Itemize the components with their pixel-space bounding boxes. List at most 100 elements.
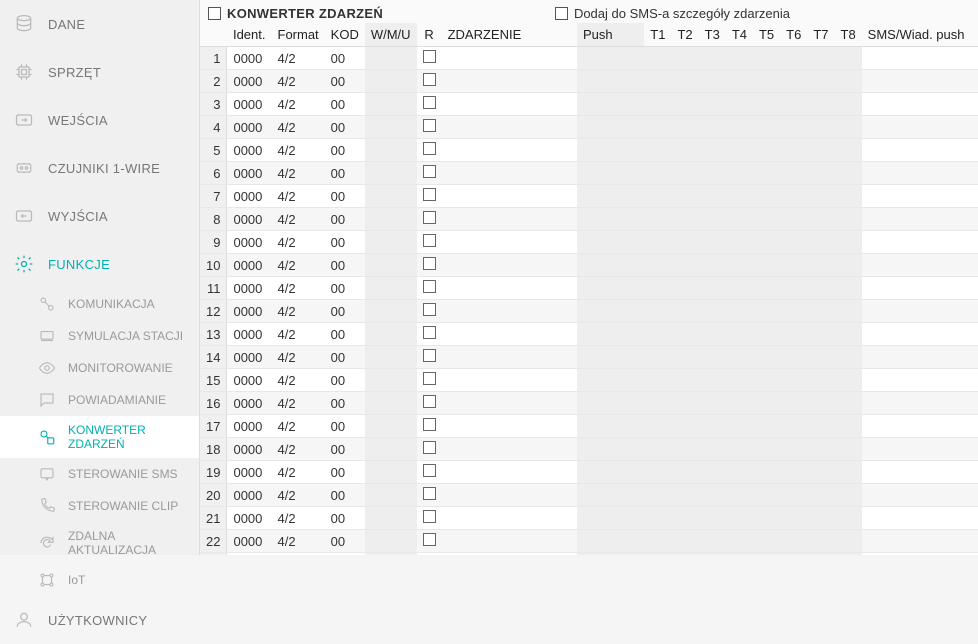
- cell-sms[interactable]: [862, 70, 978, 93]
- cell-sms[interactable]: [862, 346, 978, 369]
- sidebar-sub-iot[interactable]: IoT: [0, 564, 199, 596]
- cell-t5[interactable]: [753, 162, 780, 185]
- cell-format[interactable]: 4/2: [272, 139, 325, 162]
- cell-format[interactable]: 4/2: [272, 438, 325, 461]
- cell-t8[interactable]: [835, 70, 862, 93]
- r-checkbox[interactable]: [423, 326, 436, 339]
- cell-zdarzenie[interactable]: [442, 484, 577, 507]
- cell-t3[interactable]: [699, 530, 726, 553]
- cell-t2[interactable]: [671, 484, 698, 507]
- cell-push[interactable]: [577, 231, 644, 254]
- r-checkbox[interactable]: [423, 280, 436, 293]
- cell-t1[interactable]: [644, 484, 671, 507]
- cell-wmu[interactable]: [365, 392, 417, 415]
- cell-r[interactable]: [417, 507, 442, 530]
- cell-t8[interactable]: [835, 185, 862, 208]
- cell-t4[interactable]: [726, 185, 753, 208]
- cell-t6[interactable]: [780, 162, 807, 185]
- cell-push[interactable]: [577, 70, 644, 93]
- cell-t7[interactable]: [807, 116, 834, 139]
- cell-ident[interactable]: 0000: [227, 254, 272, 277]
- cell-kod[interactable]: 00: [325, 116, 365, 139]
- cell-t5[interactable]: [753, 70, 780, 93]
- cell-r[interactable]: [417, 47, 442, 70]
- cell-ident[interactable]: 0000: [227, 392, 272, 415]
- table-row[interactable]: 300004/200: [200, 93, 978, 116]
- cell-r[interactable]: [417, 116, 442, 139]
- cell-zdarzenie[interactable]: [442, 47, 577, 70]
- table-row[interactable]: 1700004/200: [200, 415, 978, 438]
- cell-push[interactable]: [577, 369, 644, 392]
- cell-zdarzenie[interactable]: [442, 277, 577, 300]
- cell-push[interactable]: [577, 530, 644, 553]
- r-checkbox[interactable]: [423, 533, 436, 546]
- cell-t5[interactable]: [753, 254, 780, 277]
- cell-t1[interactable]: [644, 93, 671, 116]
- cell-push[interactable]: [577, 277, 644, 300]
- sidebar-sub-komunikacja[interactable]: KOMUNIKACJA: [0, 288, 199, 320]
- cell-t6[interactable]: [780, 70, 807, 93]
- cell-r[interactable]: [417, 346, 442, 369]
- col-sms[interactable]: SMS/Wiad. push: [862, 23, 978, 47]
- cell-t4[interactable]: [726, 507, 753, 530]
- cell-t4[interactable]: [726, 415, 753, 438]
- cell-t4[interactable]: [726, 70, 753, 93]
- cell-t1[interactable]: [644, 300, 671, 323]
- r-checkbox[interactable]: [423, 50, 436, 63]
- cell-sms[interactable]: [862, 162, 978, 185]
- cell-push[interactable]: [577, 461, 644, 484]
- cell-t1[interactable]: [644, 438, 671, 461]
- cell-t3[interactable]: [699, 415, 726, 438]
- cell-wmu[interactable]: [365, 116, 417, 139]
- cell-t4[interactable]: [726, 484, 753, 507]
- cell-zdarzenie[interactable]: [442, 530, 577, 553]
- cell-format[interactable]: 4/2: [272, 415, 325, 438]
- cell-push[interactable]: [577, 438, 644, 461]
- cell-kod[interactable]: 00: [325, 70, 365, 93]
- cell-t5[interactable]: [753, 530, 780, 553]
- cell-zdarzenie[interactable]: [442, 254, 577, 277]
- cell-t5[interactable]: [753, 507, 780, 530]
- cell-zdarzenie[interactable]: [442, 392, 577, 415]
- cell-t2[interactable]: [671, 139, 698, 162]
- cell-t4[interactable]: [726, 208, 753, 231]
- cell-format[interactable]: 4/2: [272, 185, 325, 208]
- sidebar-item-funkcje[interactable]: FUNKCJE: [0, 240, 199, 288]
- cell-wmu[interactable]: [365, 530, 417, 553]
- cell-zdarzenie[interactable]: [442, 208, 577, 231]
- cell-wmu[interactable]: [365, 93, 417, 116]
- sidebar-sub-sms[interactable]: STEROWANIE SMS: [0, 458, 199, 490]
- cell-t6[interactable]: [780, 507, 807, 530]
- cell-kod[interactable]: 00: [325, 185, 365, 208]
- cell-wmu[interactable]: [365, 323, 417, 346]
- cell-zdarzenie[interactable]: [442, 346, 577, 369]
- cell-t3[interactable]: [699, 254, 726, 277]
- cell-t1[interactable]: [644, 392, 671, 415]
- cell-t4[interactable]: [726, 162, 753, 185]
- cell-t8[interactable]: [835, 231, 862, 254]
- sidebar-sub-symulacja[interactable]: SYMULACJA STACJI: [0, 320, 199, 352]
- cell-t3[interactable]: [699, 185, 726, 208]
- cell-t8[interactable]: [835, 208, 862, 231]
- cell-zdarzenie[interactable]: [442, 139, 577, 162]
- cell-sms[interactable]: [862, 323, 978, 346]
- cell-push[interactable]: [577, 116, 644, 139]
- cell-kod[interactable]: 00: [325, 277, 365, 300]
- cell-ident[interactable]: 0000: [227, 300, 272, 323]
- cell-t6[interactable]: [780, 346, 807, 369]
- cell-t5[interactable]: [753, 208, 780, 231]
- sidebar-item-dane[interactable]: DANE: [0, 0, 199, 48]
- cell-t5[interactable]: [753, 185, 780, 208]
- cell-ident[interactable]: 0000: [227, 162, 272, 185]
- table-row[interactable]: 1600004/200: [200, 392, 978, 415]
- cell-zdarzenie[interactable]: [442, 369, 577, 392]
- cell-wmu[interactable]: [365, 254, 417, 277]
- cell-push[interactable]: [577, 185, 644, 208]
- cell-t5[interactable]: [753, 484, 780, 507]
- cell-wmu[interactable]: [365, 484, 417, 507]
- r-checkbox[interactable]: [423, 372, 436, 385]
- cell-zdarzenie[interactable]: [442, 415, 577, 438]
- cell-ident[interactable]: 0000: [227, 507, 272, 530]
- cell-sms[interactable]: [862, 116, 978, 139]
- cell-sms[interactable]: [862, 139, 978, 162]
